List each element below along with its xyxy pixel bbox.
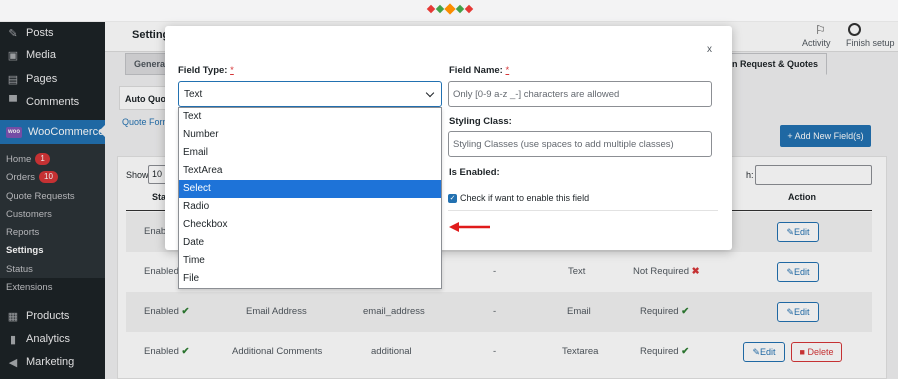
chevron-down-icon (425, 88, 435, 98)
dropdown-option-email[interactable]: Email (179, 144, 441, 162)
dropdown-option-text[interactable]: Text (179, 108, 441, 126)
modal-divider (448, 210, 718, 211)
dropdown-option-select[interactable]: Select (179, 180, 441, 198)
close-icon[interactable]: x (707, 44, 712, 55)
dropdown-option-textarea[interactable]: TextArea (179, 162, 441, 180)
dropdown-option-time[interactable]: Time (179, 252, 441, 270)
dropdown-option-checkbox[interactable]: Checkbox (179, 216, 441, 234)
enable-field-checkbox[interactable]: ✓ (448, 193, 457, 203)
dropdown-option-date[interactable]: Date (179, 234, 441, 252)
field-type-label: Field Type: * (178, 65, 234, 76)
enable-field-checkbox-label: Check if want to enable this field (460, 193, 590, 203)
browser-top-bar (0, 0, 898, 22)
field-name-label: Field Name: * (449, 65, 510, 76)
red-arrow-annotation (449, 222, 490, 232)
field-type-select[interactable]: Text (178, 81, 442, 107)
dropdown-option-radio[interactable]: Radio (179, 198, 441, 216)
field-type-dropdown-list: Text Number Email TextArea Select Radio … (178, 107, 442, 289)
loading-dots-icon (426, 3, 474, 15)
dropdown-option-file[interactable]: File (179, 270, 441, 288)
required-mark: * (230, 65, 234, 76)
is-enabled-label: Is Enabled: (449, 167, 500, 178)
enable-field-checkbox-row[interactable]: ✓ Check if want to enable this field (448, 193, 589, 203)
field-name-input[interactable]: Only [0-9 a-z _-] characters are allowed (448, 81, 712, 107)
styling-class-input[interactable]: Styling Classes (use spaces to add multi… (448, 131, 712, 157)
dropdown-option-number[interactable]: Number (179, 126, 441, 144)
styling-class-label: Styling Class: (449, 116, 512, 127)
required-mark: * (505, 65, 510, 76)
